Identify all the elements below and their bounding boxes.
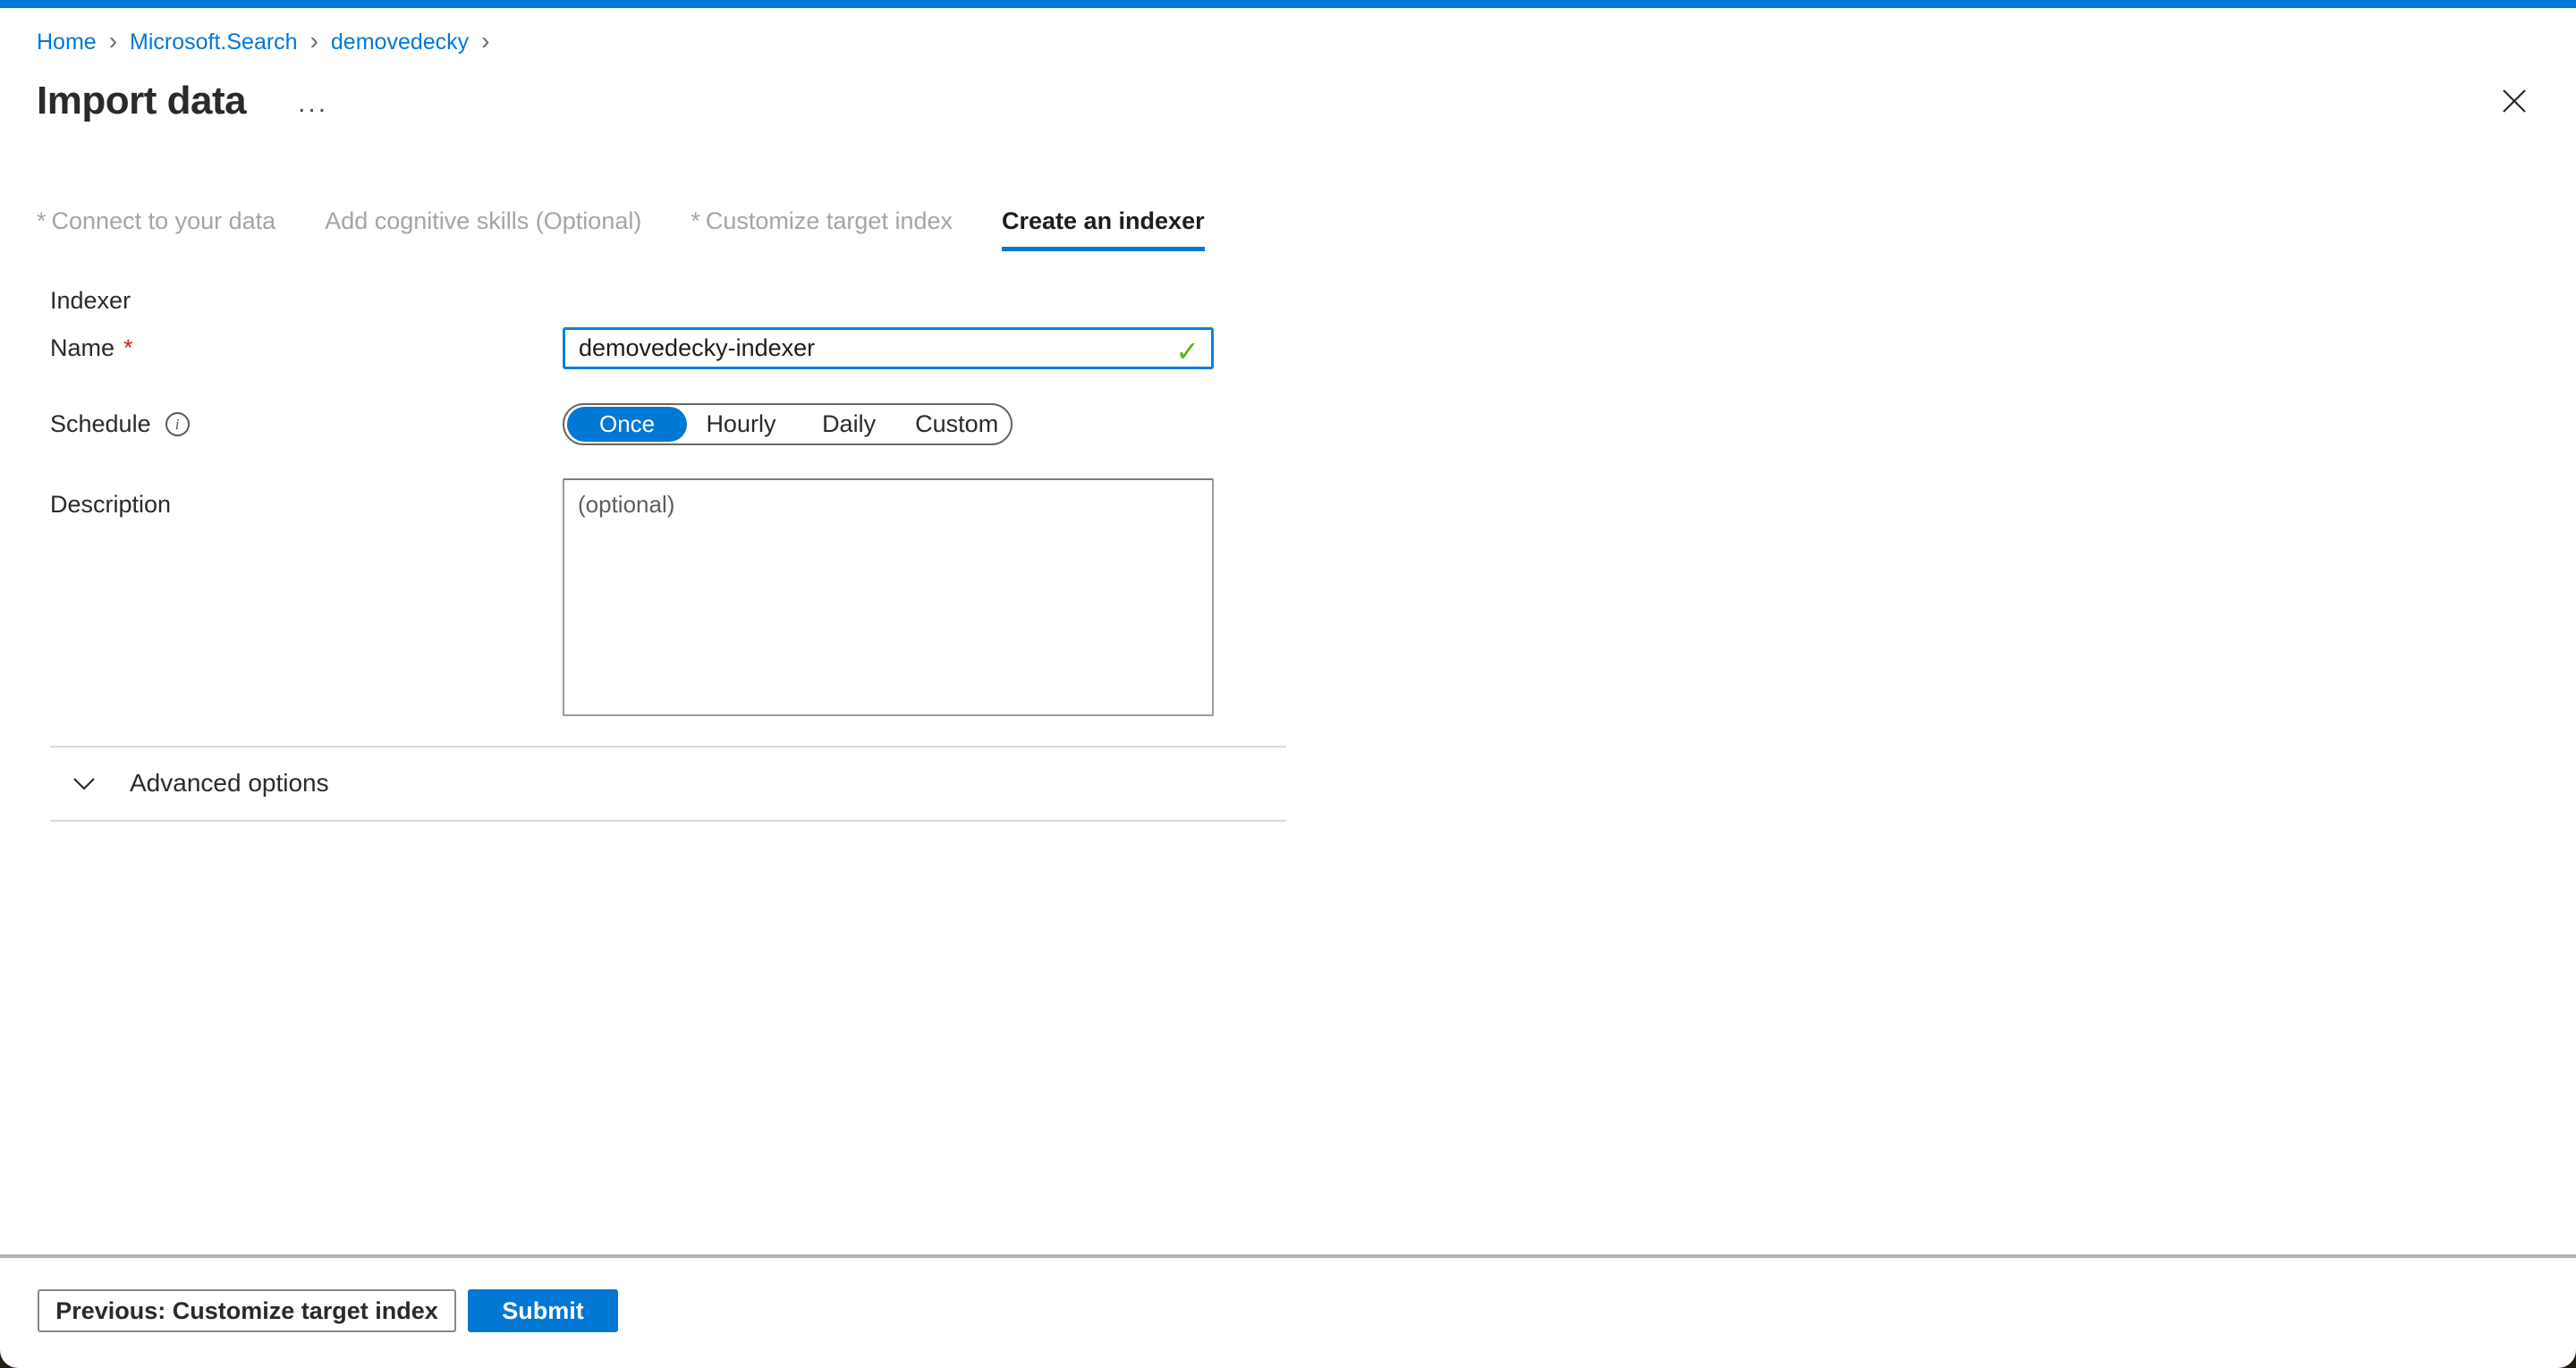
submit-button[interactable]: Submit	[468, 1289, 618, 1332]
chevron-right-icon: ›	[481, 30, 489, 55]
name-row: Name * ✓	[50, 327, 2576, 369]
breadcrumb-demovedecky[interactable]: demovedecky	[331, 30, 469, 55]
schedule-option-custom[interactable]: Custom	[902, 410, 1011, 438]
schedule-option-hourly[interactable]: Hourly	[687, 410, 795, 438]
description-row: Description	[50, 478, 2576, 716]
breadcrumb-microsoft-search[interactable]: Microsoft.Search	[130, 30, 298, 55]
more-options-icon[interactable]: ...	[298, 95, 328, 113]
advanced-options-label: Advanced options	[130, 769, 329, 798]
schedule-toggle-group: Once Hourly Daily Custom	[563, 403, 1013, 445]
tab-label: Connect to your data	[52, 207, 276, 234]
tab-add-cognitive-skills[interactable]: Add cognitive skills (Optional)	[325, 207, 641, 251]
advanced-options-toggle[interactable]: Advanced options	[50, 747, 1286, 820]
divider	[50, 820, 1286, 822]
page-header: Import data ...	[37, 79, 2576, 123]
close-icon	[2501, 88, 2528, 114]
footer-actions: Previous: Customize target index Submit	[38, 1289, 618, 1332]
indexer-name-input[interactable]	[563, 327, 1214, 369]
footer-divider	[0, 1254, 2576, 1258]
chevron-right-icon: ›	[310, 30, 318, 55]
chevron-down-icon	[72, 777, 96, 790]
advanced-options-section: Advanced options	[50, 746, 1286, 822]
info-icon[interactable]: i	[165, 412, 190, 436]
import-data-panel: Home › Microsoft.Search › demovedecky › …	[0, 0, 2576, 1368]
schedule-option-daily[interactable]: Daily	[795, 410, 903, 438]
indexer-form: Indexer Name * ✓ Schedule i Once Hourly …	[50, 287, 2576, 716]
tab-create-an-indexer[interactable]: Create an indexer	[1002, 207, 1205, 251]
page-title: Import data	[37, 79, 246, 123]
tab-customize-target-index[interactable]: *Customize target index	[691, 207, 953, 251]
tab-label: Customize target index	[706, 207, 953, 234]
section-label-indexer: Indexer	[50, 287, 2576, 315]
tab-label: Add cognitive skills (Optional)	[325, 207, 641, 234]
tab-label: Create an indexer	[1002, 207, 1205, 234]
close-button[interactable]	[2499, 86, 2529, 116]
breadcrumb-home[interactable]: Home	[37, 30, 97, 55]
wizard-tabs: *Connect to your data Add cognitive skil…	[37, 207, 2576, 251]
schedule-option-once[interactable]: Once	[567, 407, 687, 442]
chevron-right-icon: ›	[109, 30, 117, 55]
schedule-label: Schedule i	[50, 410, 563, 438]
breadcrumb: Home › Microsoft.Search › demovedecky ›	[37, 30, 2576, 55]
required-marker: *	[691, 207, 700, 234]
previous-button[interactable]: Previous: Customize target index	[38, 1289, 456, 1332]
description-textarea[interactable]	[563, 478, 1214, 716]
tab-connect-to-your-data[interactable]: *Connect to your data	[37, 207, 275, 251]
description-label: Description	[50, 491, 563, 519]
name-label: Name *	[50, 334, 563, 362]
accent-top-bar	[0, 0, 2576, 8]
required-marker: *	[37, 207, 47, 234]
required-asterisk: *	[123, 334, 133, 362]
schedule-row: Schedule i Once Hourly Daily Custom	[50, 403, 2576, 445]
